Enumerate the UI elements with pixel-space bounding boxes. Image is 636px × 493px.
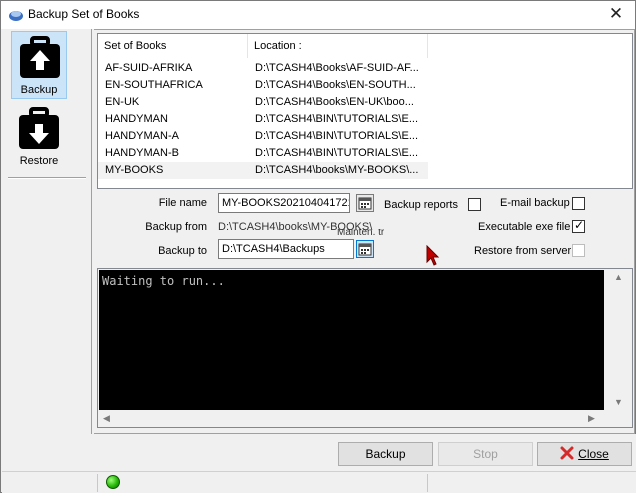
window-close-button[interactable]: ✕ (605, 4, 627, 24)
book-name: HANDYMAN-B (105, 147, 179, 159)
book-name: MY-BOOKS (105, 164, 164, 176)
book-location: D:\TCASH4\Books\EN-UK\boo... (255, 96, 414, 108)
title-bar: Backup Set of Books ✕ (1, 1, 635, 29)
tooltip-fragment: Mainten. tr (337, 229, 385, 235)
calendar-picker-icon (358, 243, 372, 256)
output-console: Waiting to run... ▲ ▼ ◀ ▶ (97, 268, 633, 428)
console-vertical-scrollbar[interactable]: ▲ ▼ (605, 269, 632, 411)
window-title: Backup Set of Books (28, 7, 140, 21)
list-item[interactable]: EN-UK D:\TCASH4\Books\EN-UK\boo... (98, 94, 428, 111)
file-name-picker-button[interactable] (356, 194, 374, 212)
briefcase-download-icon (19, 107, 59, 149)
book-location: D:\TCASH4\Books\AF-SUID-AF... (255, 62, 419, 74)
briefcase-upload-icon (20, 36, 60, 78)
file-name-label: File name (158, 197, 207, 209)
books-list[interactable]: Set of Books Location : AF-SUID-AFRIKA D… (97, 33, 633, 189)
email-backup-checkbox[interactable] (572, 197, 585, 210)
sidebar-divider (8, 177, 86, 179)
console-output: Waiting to run... (99, 270, 604, 410)
main-panel: Set of Books Location : AF-SUID-AFRIKA D… (94, 29, 635, 434)
list-item[interactable]: HANDYMAN D:\TCASH4\BIN\TUTORIALS\E... (98, 111, 428, 128)
list-item[interactable]: AF-SUID-AFRIKA D:\TCASH4\Books\AF-SUID-A… (98, 60, 428, 77)
scroll-right-icon[interactable]: ▶ (588, 413, 595, 424)
status-led-icon (106, 475, 120, 489)
list-header: Set of Books Location : (98, 34, 632, 58)
list-item-selected[interactable]: MY-BOOKS D:\TCASH4\books\MY-BOOKS\... (98, 162, 428, 179)
book-name: EN-UK (105, 96, 140, 108)
sidebar-item-label: Restore (19, 155, 59, 167)
book-location: D:\TCASH4\books\MY-BOOKS\... (255, 164, 419, 176)
status-pane (98, 474, 428, 492)
book-location: D:\TCASH4\Books\EN-SOUTH... (255, 79, 416, 91)
exe-file-label: Executable exe file (478, 221, 571, 233)
backup-button[interactable]: Backup (338, 442, 433, 466)
scroll-down-icon[interactable]: ▼ (614, 397, 623, 407)
book-name: HANDYMAN-A (105, 130, 179, 142)
list-item[interactable]: HANDYMAN-B D:\TCASH4\BIN\TUTORIALS\E... (98, 145, 428, 162)
close-button-label: Close (578, 447, 609, 461)
stop-button[interactable]: Stop (438, 442, 533, 466)
scroll-left-icon[interactable]: ◀ (103, 413, 110, 424)
backup-reports-checkbox[interactable] (468, 198, 481, 211)
close-icon (560, 446, 574, 460)
book-location: D:\TCASH4\BIN\TUTORIALS\E... (255, 147, 418, 159)
column-header-set-of-books[interactable]: Set of Books (98, 34, 248, 58)
book-name: EN-SOUTHAFRICA (105, 79, 203, 91)
button-bar: Backup Stop Close (2, 434, 636, 471)
backup-to-input[interactable]: D:\TCASH4\Backups (218, 239, 354, 259)
calendar-picker-icon (358, 197, 372, 210)
email-backup-label: E-mail backup (500, 197, 570, 209)
restore-server-label: Restore from server (474, 245, 572, 257)
sidebar-item-label: Backup (20, 84, 58, 96)
sidebar-item-restore[interactable]: Restore (11, 103, 67, 171)
checkmark-icon: ✓ (574, 218, 585, 232)
book-name: HANDYMAN (105, 113, 168, 125)
sidebar-item-backup[interactable]: Backup (11, 31, 67, 99)
backup-to-picker-button[interactable] (356, 240, 374, 258)
column-header-location[interactable]: Location : (248, 34, 428, 58)
close-button[interactable]: Close (537, 442, 632, 466)
exe-file-checkbox[interactable]: ✓ (572, 218, 585, 233)
console-horizontal-scrollbar[interactable]: ◀ ▶ (98, 411, 632, 427)
sidebar: Backup Restore (2, 29, 92, 434)
book-location: D:\TCASH4\BIN\TUTORIALS\E... (255, 130, 418, 142)
list-item[interactable]: HANDYMAN-A D:\TCASH4\BIN\TUTORIALS\E... (98, 128, 428, 145)
mouse-cursor-icon (426, 245, 440, 266)
book-name: AF-SUID-AFRIKA (105, 62, 193, 74)
backup-from-label: Backup from (145, 221, 207, 233)
file-name-input[interactable]: MY-BOOKS202104041721 (218, 193, 350, 213)
app-icon (9, 11, 23, 21)
backup-to-label: Backup to (158, 245, 207, 257)
backup-window: Backup Set of Books ✕ Backup Restore Set… (0, 0, 636, 493)
book-location: D:\TCASH4\BIN\TUTORIALS\E... (255, 113, 418, 125)
scroll-up-icon[interactable]: ▲ (614, 272, 623, 282)
backup-reports-label: Backup reports (384, 199, 458, 211)
status-bar (2, 471, 636, 493)
restore-server-checkbox[interactable] (572, 244, 585, 257)
status-pane (2, 474, 98, 492)
list-item[interactable]: EN-SOUTHAFRICA D:\TCASH4\Books\EN-SOUTH.… (98, 77, 428, 94)
